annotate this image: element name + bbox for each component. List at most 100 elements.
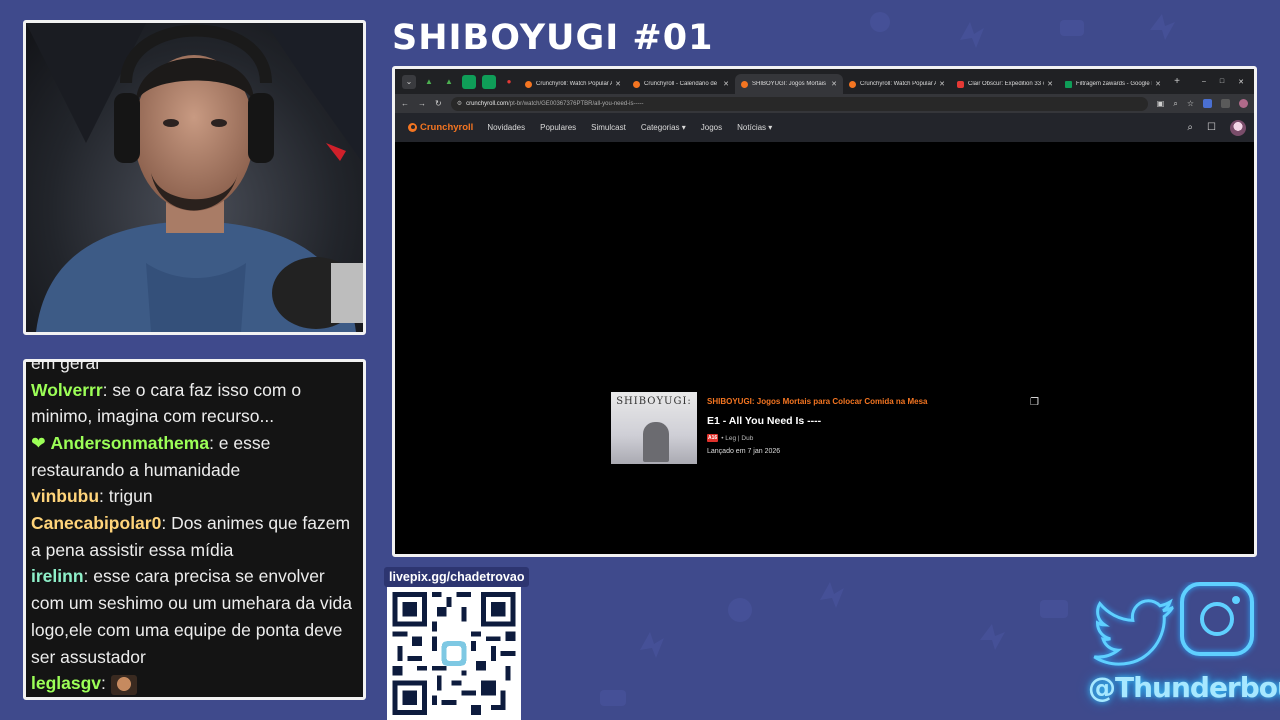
- crunchyroll-logo[interactable]: Crunchyroll: [408, 122, 473, 133]
- series-link[interactable]: SHIBOYUGI: Jogos Mortais para Colocar Co…: [707, 397, 928, 406]
- drive-icon[interactable]: ▲: [422, 75, 436, 89]
- nav-dropdown-categorias[interactable]: Categorias ▾: [641, 123, 686, 132]
- thumbnail-figure: [643, 422, 669, 462]
- url-domain: crunchyroll.com: [466, 100, 509, 107]
- video-player[interactable]: [395, 142, 1254, 554]
- chat-username[interactable]: leglasgv: [31, 673, 101, 693]
- extensions-puzzle-icon[interactable]: [1221, 99, 1230, 108]
- nav-link-simulcast[interactable]: Simulcast: [591, 123, 626, 132]
- crunchyroll-favicon-icon: [849, 80, 856, 88]
- back-icon[interactable]: ←: [401, 99, 409, 108]
- release-date: Lançado em 7 jan 2026: [707, 448, 781, 455]
- chat-username[interactable]: irelinn: [31, 566, 84, 586]
- restore-icon[interactable]: □: [1220, 78, 1224, 86]
- chevron-down-icon: ▾: [768, 123, 773, 132]
- audio-info: • Leg | Dub: [721, 434, 754, 442]
- heart-badge-icon: ❤: [31, 432, 46, 453]
- close-tab-icon[interactable]: ✕: [615, 80, 621, 88]
- chat-username[interactable]: vinbubu: [31, 486, 99, 506]
- crunchyroll-logo-icon: [408, 123, 417, 132]
- nav-link-populares[interactable]: Populares: [540, 123, 576, 132]
- series-thumbnail[interactable]: SHIBOYUGI:: [611, 392, 697, 464]
- chat-message: vinbubu: trigun: [31, 486, 153, 507]
- url-field[interactable]: ⚙ crunchyroll.com/pt-br/watch/GE00367376…: [450, 96, 1148, 111]
- tab-strip: ⌄ ▲ ▲ ● Crunchyroll: Watch Popular Ani ✕…: [395, 69, 1254, 94]
- close-tab-icon[interactable]: ✕: [939, 80, 945, 88]
- tab-search-icon[interactable]: ⌄: [402, 74, 416, 89]
- close-tab-icon[interactable]: ✕: [1047, 80, 1053, 88]
- chat-username[interactable]: Wolverrr: [31, 380, 103, 400]
- chat-message-text: em geral: [31, 359, 100, 373]
- chat-message: irelinn: esse cara precisa se envolver c…: [31, 566, 352, 667]
- tab-label: Filtragem zawards - Google Pl: [1076, 81, 1153, 87]
- header-actions: ⌕ ☐: [1187, 119, 1254, 136]
- episode-info-card: SHIBOYUGI: SHIBOYUGI: Jogos Mortais para…: [611, 392, 1051, 467]
- nav-label: Notícias: [737, 123, 767, 132]
- crunchyroll-favicon-icon: [741, 80, 748, 88]
- nav-dropdown-noticias[interactable]: Notícias ▾: [737, 123, 772, 132]
- browser-tab[interactable]: Crunchyroll: Watch Popular Ani ✕: [843, 74, 951, 94]
- browser-tab[interactable]: Clair Obscur: Expedition 33 #17 ✕: [951, 74, 1059, 94]
- chat-message: leglasgv:: [31, 670, 359, 697]
- drive-icon[interactable]: ▲: [442, 75, 456, 89]
- nav-link-jogos[interactable]: Jogos: [701, 123, 722, 132]
- sheets-icon[interactable]: [462, 74, 476, 89]
- minimize-icon[interactable]: –: [1202, 78, 1206, 86]
- bookmark-star-icon[interactable]: ☆: [1187, 99, 1194, 108]
- window-controls: – □ ✕: [1202, 78, 1254, 86]
- forward-icon[interactable]: →: [418, 99, 426, 108]
- address-bar-row: ← → ↻ ⚙ crunchyroll.com/pt-br/watch/GE00…: [395, 94, 1254, 113]
- browser-tab[interactable]: Crunchyroll - Calendário de Tra ✕: [627, 74, 735, 94]
- site-info-icon[interactable]: ⚙: [457, 100, 462, 107]
- tab-label: Crunchyroll - Calendário de Tra: [644, 81, 721, 87]
- chevron-down-icon: ▾: [681, 123, 686, 132]
- streamer-image: [26, 23, 363, 332]
- chat-panel: em geral Wolverrr: se o cara faz isso co…: [23, 359, 366, 700]
- chat-message: Canecabipolar0: Dos animes que fazem a p…: [31, 513, 351, 560]
- close-tab-icon[interactable]: ✕: [831, 80, 837, 88]
- chat-message: ❤ Andersonmathema: e esse restaurando a …: [31, 432, 271, 480]
- avatar[interactable]: [1230, 119, 1246, 136]
- browser-tab[interactable]: Crunchyroll: Watch Popular Ani ✕: [519, 74, 627, 94]
- qr-code-image: [392, 592, 516, 715]
- tab-label: Crunchyroll: Watch Popular Ani: [860, 81, 937, 87]
- zoom-icon[interactable]: ⌕: [1173, 99, 1177, 109]
- pinned-tab-icon[interactable]: ●: [502, 75, 516, 89]
- pix-url-label: livepix.gg/chadetrovao: [384, 567, 530, 587]
- browser-tab-active[interactable]: SHIBOYUGI: Jogos Mortais para ✕: [735, 74, 843, 94]
- crunchyroll-favicon-icon: [525, 80, 532, 88]
- new-tab-icon[interactable]: +: [1170, 75, 1184, 89]
- nav-link-novidades[interactable]: Novidades: [487, 123, 525, 132]
- reload-icon[interactable]: ↻: [435, 99, 442, 108]
- browser-tab[interactable]: Filtragem zawards - Google Pl ✕: [1059, 74, 1167, 94]
- chat-message-list: em geral Wolverrr: se o cara faz isso co…: [31, 359, 359, 697]
- webcam-feed: [23, 20, 366, 335]
- instagram-icon: [1180, 582, 1254, 656]
- profile-icon[interactable]: [1239, 99, 1248, 108]
- chat-emote-icon: [110, 674, 137, 695]
- browser-window: ⌄ ▲ ▲ ● Crunchyroll: Watch Popular Ani ✕…: [392, 66, 1257, 557]
- watchlist-bookmark-icon[interactable]: ☐: [1207, 122, 1216, 133]
- close-window-icon[interactable]: ✕: [1238, 78, 1244, 86]
- nav-label: Categorias: [640, 123, 680, 132]
- youtube-favicon-icon: [957, 80, 964, 88]
- close-tab-icon[interactable]: ✕: [723, 80, 729, 88]
- bookmark-icon[interactable]: ❐: [1030, 397, 1039, 408]
- chat-username[interactable]: Canecabipolar0: [31, 513, 161, 533]
- tab-label: Clair Obscur: Expedition 33 #17: [968, 81, 1044, 87]
- install-icon[interactable]: ▣: [1157, 99, 1165, 108]
- age-rating-badge: A16: [707, 434, 719, 442]
- thumbnail-title: SHIBOYUGI:: [616, 396, 692, 407]
- crunchyroll-header: Crunchyroll Novidades Populares Simulcas…: [395, 113, 1254, 142]
- tab-label: SHIBOYUGI: Jogos Mortais para: [752, 81, 828, 87]
- sheets-icon[interactable]: [482, 74, 496, 89]
- chat-username[interactable]: Andersonmathema: [51, 433, 210, 453]
- search-icon[interactable]: ⌕: [1187, 122, 1193, 133]
- extension-icon[interactable]: [1203, 99, 1212, 108]
- twitter-icon: [1093, 598, 1174, 666]
- logo-text: Crunchyroll: [420, 122, 474, 133]
- qr-code: [387, 587, 521, 720]
- close-tab-icon[interactable]: ✕: [1155, 80, 1161, 88]
- sheets-favicon-icon: [1065, 80, 1072, 88]
- crunchyroll-favicon-icon: [633, 80, 640, 88]
